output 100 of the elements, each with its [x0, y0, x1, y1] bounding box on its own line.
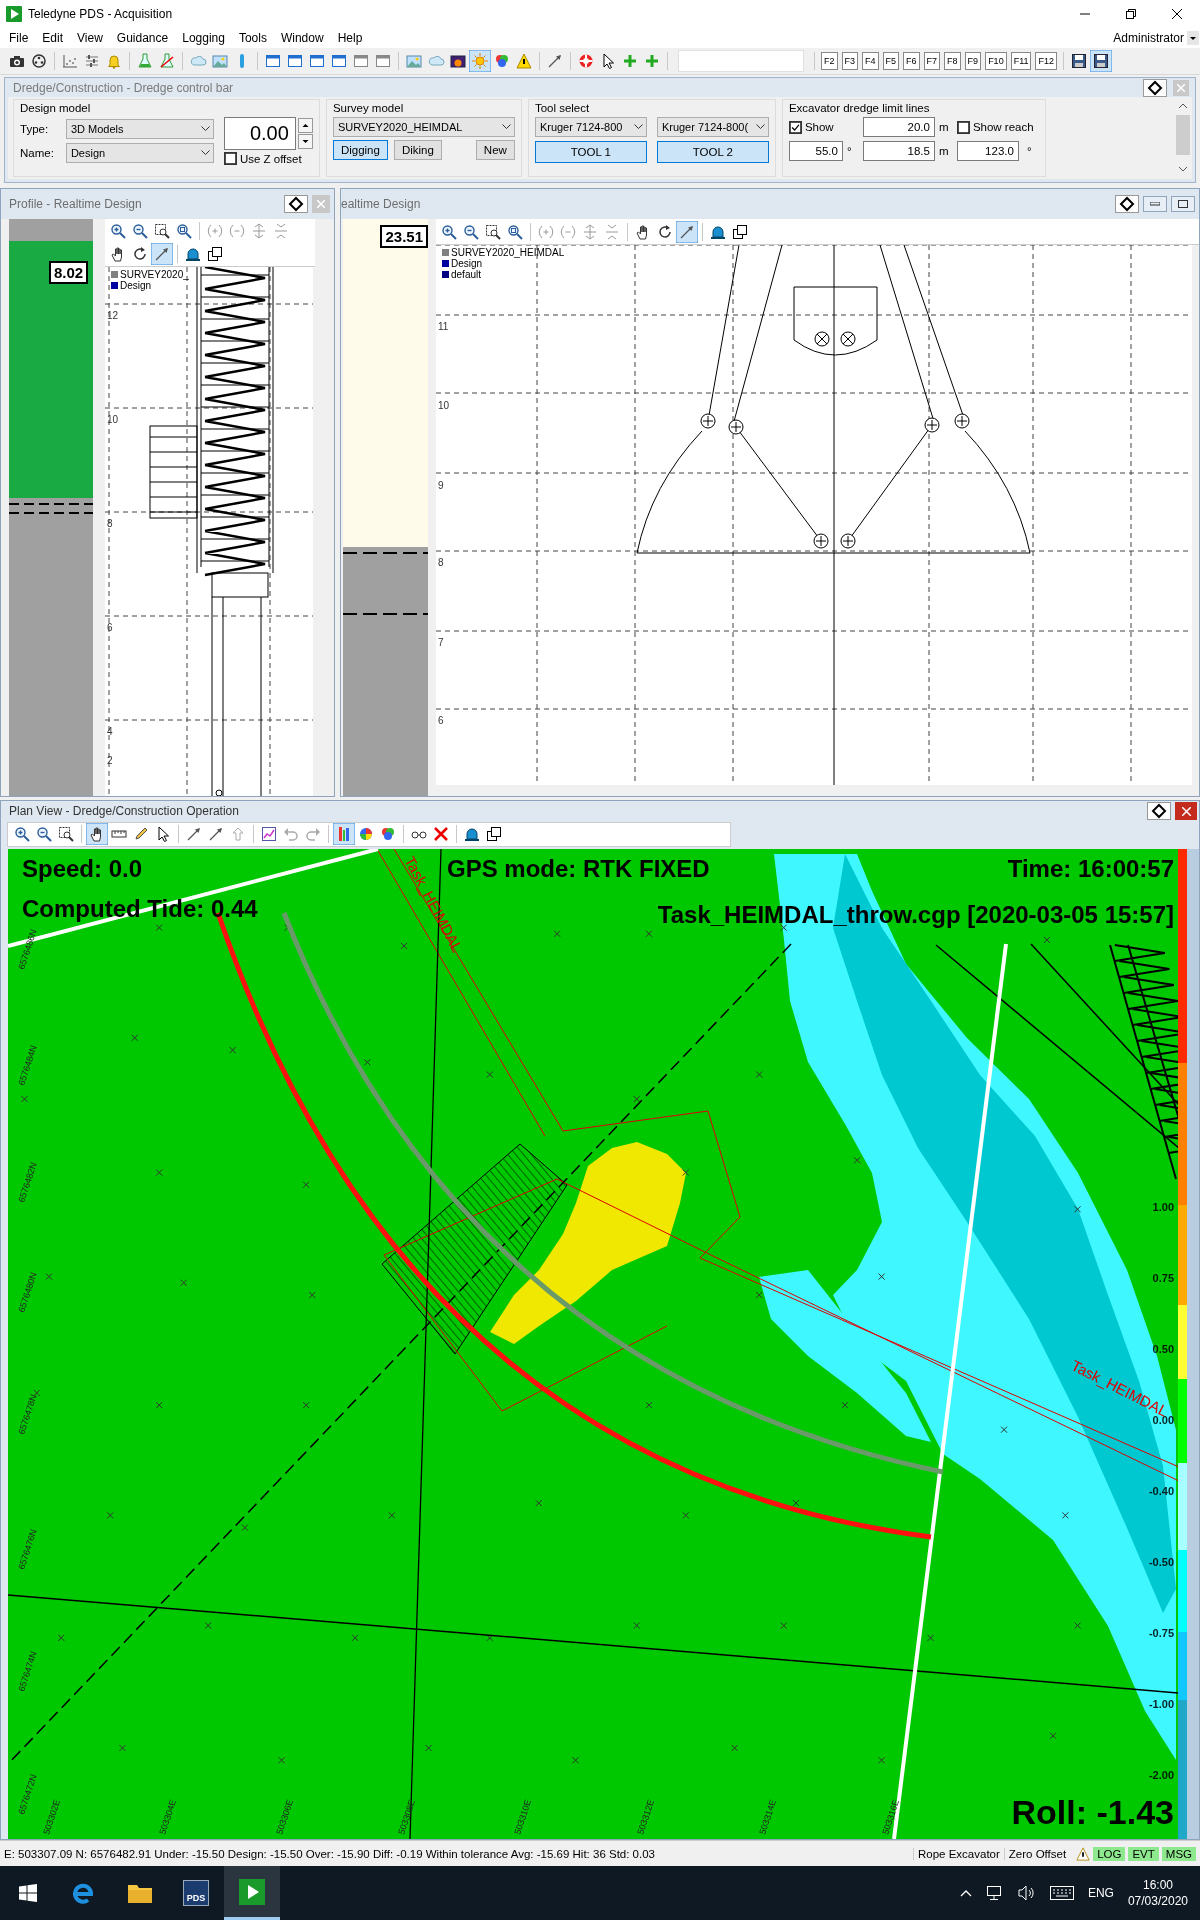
close-icon [1181, 806, 1191, 816]
speed-readout: Speed: 0.0 [22, 855, 143, 883]
function-key-button[interactable]: F5 [882, 52, 900, 70]
speaker-icon[interactable] [1017, 1885, 1036, 1901]
depth-field[interactable]: 18.5 [862, 141, 935, 161]
survey-model-dropdown[interactable]: SURVEY2020_HEIMDAL [332, 117, 515, 137]
pin-button[interactable] [1147, 802, 1171, 821]
app-button[interactable]: PDS [183, 1880, 209, 1906]
field-label: Type: [20, 123, 49, 135]
language-indicator[interactable]: ENG [1087, 1886, 1114, 1900]
color-bars-icon[interactable] [333, 823, 355, 846]
axis-label: 10 [438, 400, 450, 411]
roll-readout: Roll: -1.43 [1011, 1793, 1174, 1831]
axis-label: 10 [107, 414, 119, 425]
axis-label: 7 [438, 637, 444, 648]
angle-field[interactable]: 123.0 [956, 141, 1019, 161]
checkbox-label: Show reach [972, 121, 1034, 133]
show-reach-checkbox[interactable] [956, 120, 970, 134]
pin-button[interactable] [1143, 78, 1167, 97]
function-key-button[interactable]: F12 [1035, 52, 1057, 70]
field-label: Name: [20, 147, 54, 159]
scale-label: 0.75 [1152, 1272, 1174, 1284]
scale-label: -0.40 [1148, 1485, 1174, 1497]
save-icon[interactable] [1090, 50, 1112, 72]
app-icon [6, 6, 22, 22]
keyboard-icon[interactable] [1049, 1886, 1074, 1900]
window-title: Teledyne PDS - Acquisition [28, 7, 173, 21]
menu-item[interactable]: Tools [231, 31, 274, 45]
line-arrow-icon[interactable] [151, 242, 173, 265]
caret-icon [501, 124, 511, 130]
maximize-button[interactable] [1171, 196, 1195, 212]
function-key-button[interactable]: F7 [923, 52, 941, 70]
menu-item[interactable]: Edit [35, 31, 71, 45]
angle-field[interactable]: 55.0 [788, 141, 843, 161]
axis-label: 9 [438, 480, 444, 491]
group-label: Survey model [332, 102, 405, 114]
axis-label: 6 [107, 622, 113, 633]
z-offset-checkbox[interactable] [223, 152, 237, 165]
menu-item[interactable]: File [2, 31, 36, 45]
show-checkbox[interactable] [788, 120, 802, 134]
mode-button[interactable]: Digging [332, 140, 388, 160]
restore-icon [1126, 9, 1136, 19]
clock-time[interactable]: 16:00 [1142, 1877, 1173, 1893]
time-readout: Time: 16:00:57 [1007, 855, 1174, 883]
tool-dropdown[interactable]: Kruger 7124-800 [534, 117, 647, 137]
panel-title: ealtime Design [341, 197, 421, 211]
panel-title: Plan View - Dredge/Construction Operation [9, 804, 239, 819]
chevron-up-icon[interactable] [959, 1889, 972, 1897]
status-readout: E: 503307.09 N: 6576482.91 Under: -15.50 Design: -15.50 Over: -15.90 Diff: -0.19 Within tolerance Avg: -15.69 Hit: 36 Std: 0.03 [4, 1847, 655, 1860]
function-key-button[interactable]: F3 [841, 52, 859, 70]
caret-icon [755, 124, 765, 130]
folder-icon[interactable] [127, 1882, 153, 1904]
pin-button[interactable] [284, 195, 308, 213]
hand-icon[interactable] [86, 823, 108, 846]
distance-field[interactable]: 20.0 [862, 117, 935, 137]
function-key-button[interactable]: F9 [964, 52, 982, 70]
minimize-icon [1150, 202, 1160, 206]
menu-item[interactable]: Logging [175, 31, 232, 45]
function-key-button[interactable]: F4 [862, 52, 879, 70]
menu-item[interactable]: Guidance [109, 31, 176, 45]
menu-item[interactable]: View [70, 31, 110, 45]
clock-date[interactable]: 07/03/2020 [1127, 1893, 1188, 1909]
app-icon[interactable] [239, 1878, 265, 1905]
close-icon [1172, 9, 1182, 19]
axis-label: 12 [107, 310, 119, 321]
axis-label: 8 [107, 518, 113, 529]
tool-dropdown[interactable]: Kruger 7124-800( [656, 117, 769, 137]
status-indicator: EVT [1128, 1846, 1159, 1861]
close-button[interactable] [1175, 802, 1197, 821]
unit-label: ° [1026, 145, 1033, 157]
function-key-button[interactable]: F10 [985, 52, 1007, 70]
axis-label: 8 [438, 557, 444, 568]
mode-button[interactable]: Diking [393, 140, 442, 160]
checkbox-label: Use Z offset [239, 152, 302, 165]
menu-item[interactable]: Help [330, 31, 370, 45]
function-key-button[interactable]: F11 [1010, 52, 1032, 70]
pin-button[interactable] [1115, 195, 1139, 213]
line-arrow-icon[interactable] [676, 220, 698, 243]
spin-down-button[interactable] [297, 134, 313, 149]
function-key-button[interactable]: F6 [903, 52, 920, 70]
function-key-button[interactable]: F2 [821, 52, 838, 70]
name-dropdown[interactable]: Design [65, 143, 214, 163]
menu-item[interactable]: Window [273, 31, 331, 45]
tool-button[interactable]: TOOL 2 [656, 141, 769, 163]
network-icon[interactable] [985, 1885, 1004, 1901]
maximize-icon [1178, 200, 1188, 208]
spin-up-button[interactable] [297, 118, 313, 133]
caret-icon [200, 126, 210, 132]
tool-button[interactable]: TOOL 1 [534, 141, 647, 163]
unit-label: m [938, 121, 950, 133]
start-button[interactable] [19, 1884, 37, 1902]
legend-label: SURVEY2020_ [120, 269, 189, 280]
function-key-button[interactable]: F8 [944, 52, 961, 70]
warning-icon [1076, 1846, 1091, 1861]
toolbar-text-field[interactable] [678, 50, 804, 72]
new-button[interactable]: New [475, 140, 515, 160]
axis-label: 2 [107, 755, 113, 766]
type-dropdown[interactable]: 3D Models [65, 119, 214, 139]
offset-field[interactable]: 0.00 [223, 117, 296, 150]
scrollbar[interactable] [1187, 849, 1199, 1839]
